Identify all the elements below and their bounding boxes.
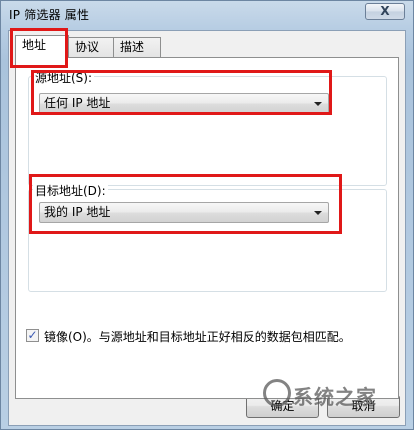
- source-address-label: 源地址(S):: [33, 69, 95, 86]
- tab-description[interactable]: 描述: [113, 37, 161, 58]
- chevron-down-icon: [314, 211, 322, 215]
- close-button[interactable]: X: [365, 3, 405, 20]
- chevron-down-icon: [314, 102, 322, 106]
- tab-address-label: 地址: [22, 38, 47, 52]
- tab-protocol[interactable]: 协议: [68, 37, 114, 58]
- dialog-window: IP 筛选器 属性 X 地址 协议 描述 源地址(S): 任何 IP 地址 目标…: [0, 0, 414, 430]
- source-address-group: 源地址(S): 任何 IP 地址: [28, 69, 387, 186]
- destination-address-label: 目标地址(D):: [33, 182, 108, 199]
- mirror-label: 镜像(O)。与源地址和目标地址正好相反的数据包相匹配。: [44, 330, 351, 344]
- source-address-value: 任何 IP 地址: [44, 96, 111, 110]
- tab-protocol-label: 协议: [75, 40, 100, 54]
- mirror-checkbox[interactable]: ✓: [26, 329, 39, 342]
- destination-address-dropdown[interactable]: 我的 IP 地址: [39, 202, 329, 223]
- watermark-logo-icon: [263, 379, 291, 407]
- source-address-dropdown[interactable]: 任何 IP 地址: [39, 93, 329, 114]
- watermark-text: 系统之家: [293, 385, 377, 409]
- destination-address-value: 我的 IP 地址: [44, 205, 111, 219]
- tab-panel-address: 源地址(S): 任何 IP 地址 目标地址(D): 我的 IP 地址 ✓ 镜像(…: [15, 57, 399, 399]
- window-title: IP 筛选器 属性: [9, 8, 90, 22]
- checkmark-icon: ✓: [27, 328, 38, 342]
- tab-description-label: 描述: [120, 40, 145, 54]
- destination-address-group: 目标地址(D): 我的 IP 地址: [28, 182, 387, 292]
- close-icon: X: [380, 4, 390, 18]
- tab-address[interactable]: 地址: [15, 35, 69, 58]
- dialog-content: 地址 协议 描述 源地址(S): 任何 IP 地址 目标地址(D): 我的 IP…: [8, 30, 406, 426]
- title-bar[interactable]: IP 筛选器 属性 X: [1, 1, 413, 29]
